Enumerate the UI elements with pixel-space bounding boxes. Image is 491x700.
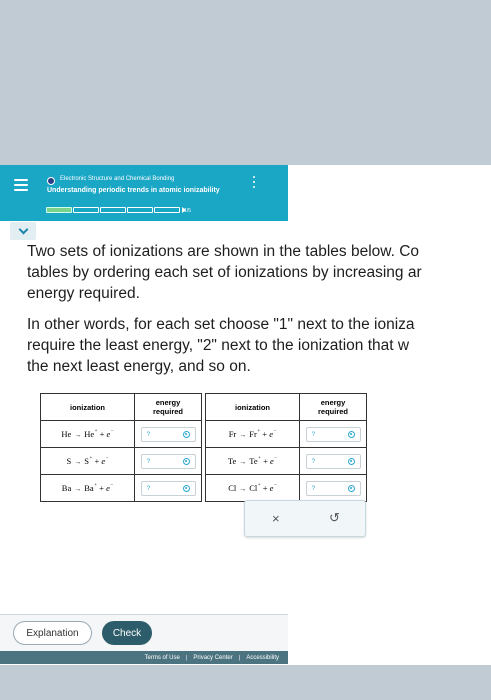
answer-toolbar: × ↺: [244, 500, 366, 537]
chevron-down-icon: [18, 224, 28, 234]
progress-text: 1/5: [184, 208, 191, 214]
topic-title: Electronic Structure and Chemical Bondin…: [60, 176, 175, 182]
reaction-cell: Fr → Fr+ + e−: [205, 420, 300, 448]
header-bar: Electronic Structure and Chemical Bondin…: [0, 165, 288, 221]
reaction-cell: He → He+ + e−: [40, 420, 135, 448]
energy-cell: ?: [299, 420, 367, 448]
energy-cell: ?: [299, 447, 367, 475]
question-line: the next least energy, and so on.: [27, 358, 251, 375]
table-row: Cl → Cl+ + e− ?: [205, 474, 367, 502]
progress-segment: [73, 207, 99, 213]
energy-rank-select[interactable]: ?: [305, 453, 361, 469]
page-title: Understanding periodic trends in atomic …: [47, 187, 220, 194]
question-line: In other words, for each set choose "1" …: [27, 316, 415, 333]
progress-segment: [46, 207, 72, 213]
energy-rank-select[interactable]: ?: [140, 453, 196, 469]
energy-cell: ?: [299, 474, 367, 502]
legal-footer: Terms of Use | Privacy Center | Accessib…: [0, 651, 288, 664]
energy-rank-select[interactable]: ?: [140, 480, 196, 496]
check-button[interactable]: Check: [102, 621, 152, 645]
energy-cell: ?: [134, 420, 202, 448]
question-line: require the least energy, "2" next to th…: [27, 337, 410, 354]
energy-rank-select[interactable]: ?: [305, 480, 361, 496]
table-row: Te → Te+ + e− ?: [205, 447, 367, 475]
question-line: Two sets of ionizations are shown in the…: [27, 243, 420, 260]
undo-icon[interactable]: ↺: [329, 510, 340, 526]
energy-cell: ?: [134, 447, 202, 475]
select-arrows-icon: [347, 457, 355, 465]
privacy-link[interactable]: Privacy Center: [193, 655, 232, 661]
reaction-cell: Cl → Cl+ + e−: [205, 474, 300, 502]
progress-bar: [46, 207, 186, 213]
table-row: S → S+ + e− ?: [40, 447, 202, 475]
table-row: Ba → Ba+ + e− ?: [40, 474, 202, 502]
energy-rank-select[interactable]: ?: [140, 426, 196, 442]
energy-cell: ?: [134, 474, 202, 502]
app-window: Electronic Structure and Chemical Bondin…: [0, 165, 491, 665]
hamburger-menu-icon[interactable]: [14, 179, 28, 191]
explanation-button[interactable]: Explanation: [13, 621, 92, 645]
terms-link[interactable]: Terms of Use: [144, 655, 179, 661]
energy-rank-select[interactable]: ?: [305, 426, 361, 442]
topic-status-icon: [47, 177, 55, 185]
select-arrows-icon: [182, 457, 190, 465]
clear-icon[interactable]: ×: [272, 511, 280, 526]
progress-segment: [154, 207, 180, 213]
question-line: tables by ordering each set of ionizatio…: [27, 264, 422, 281]
accessibility-link[interactable]: Accessibility: [246, 655, 279, 661]
ionization-table-2: ionization energy required Fr → Fr+ + e− ? …: [205, 393, 367, 502]
select-arrows-icon: [347, 484, 355, 492]
reaction-cell: S → S+ + e−: [40, 447, 135, 475]
footer-separator: |: [185, 654, 188, 661]
table-row: Fr → Fr+ + e− ?: [205, 420, 367, 448]
question-line: energy required.: [27, 285, 140, 302]
reaction-cell: Ba → Ba+ + e−: [40, 474, 135, 502]
collapse-button[interactable]: [10, 222, 36, 240]
ionization-table-1: ionization energy required He → He+ + e− ? …: [40, 393, 202, 502]
select-arrows-icon: [182, 430, 190, 438]
question-text: Two sets of ionizations are shown in the…: [27, 241, 491, 387]
progress-segment: [127, 207, 153, 213]
column-header-energy: energy required: [134, 393, 202, 421]
column-header-energy: energy required: [299, 393, 367, 421]
select-arrows-icon: [182, 484, 190, 492]
column-header-ionization: ionization: [40, 393, 135, 421]
select-arrows-icon: [347, 430, 355, 438]
table-row: He → He+ + e− ?: [40, 420, 202, 448]
more-options-icon[interactable]: [252, 176, 256, 188]
column-header-ionization: ionization: [205, 393, 300, 421]
progress-segment: [100, 207, 126, 213]
footer-separator: |: [238, 654, 241, 661]
reaction-cell: Te → Te+ + e−: [205, 447, 300, 475]
